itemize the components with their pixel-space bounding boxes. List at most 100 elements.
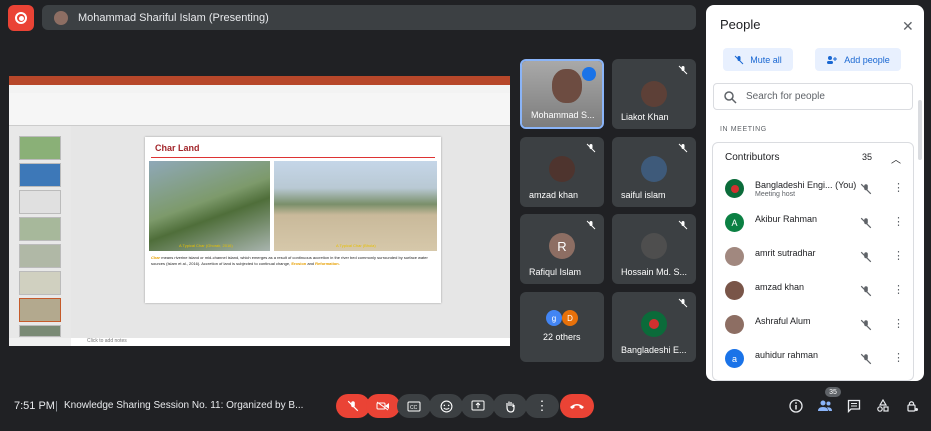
mic-off-icon	[586, 220, 596, 230]
thumbnail	[19, 163, 61, 187]
participant-name: amzad khan	[529, 190, 579, 200]
more-options-icon[interactable]: ⋮	[893, 215, 904, 228]
thumbnail	[19, 136, 61, 160]
list-item[interactable]: amzad khan ⋮	[713, 274, 915, 308]
mute-all-button[interactable]: Mute all	[723, 48, 793, 71]
host-controls-button[interactable]	[903, 397, 921, 415]
slide-thumbnails	[9, 126, 71, 338]
list-item[interactable]: Bangladeshi Engi... (You) Meeting host ⋮	[713, 172, 915, 206]
present-button[interactable]	[461, 394, 495, 418]
avatar	[641, 81, 667, 107]
more-options-button[interactable]: ⋮	[525, 394, 559, 418]
camera-toggle-button[interactable]	[366, 394, 400, 418]
list-item[interactable]: a auhidur rahman ⋮	[713, 342, 915, 376]
erosion-term: Erosion	[291, 261, 307, 266]
avatar	[549, 156, 575, 182]
more-options-icon[interactable]: ⋮	[893, 283, 904, 296]
mic-off-icon[interactable]	[860, 319, 872, 331]
participant-tile[interactable]: R Rafiqul Islam	[520, 214, 604, 284]
contributors-label: Contributors	[725, 152, 780, 163]
person-name: Bangladeshi Engi... (You)	[755, 180, 857, 190]
mic-off-icon	[678, 220, 688, 230]
person-name: Akibur Rahman	[755, 214, 818, 224]
lock-person-icon	[907, 401, 918, 412]
presenter-label: Mohammad Shariful Islam (Presenting)	[78, 11, 269, 24]
mute-all-label: Mute all	[750, 54, 782, 65]
participant-tile[interactable]: Mohammad S...	[520, 59, 604, 129]
close-icon[interactable]: ✕	[902, 18, 914, 35]
ppt-status-bar	[9, 338, 71, 346]
chat-button[interactable]	[845, 397, 863, 415]
mic-off-icon[interactable]	[860, 183, 872, 195]
thumbnail	[19, 325, 61, 337]
recording-indicator[interactable]	[8, 5, 34, 31]
thumbnail-selected	[19, 298, 61, 322]
char-photo-right: A Typical Char (Bhola)	[274, 161, 437, 251]
captions-icon: CC	[407, 401, 421, 411]
mic-off-icon[interactable]	[860, 285, 872, 297]
more-options-icon[interactable]: ⋮	[893, 317, 904, 330]
avatar	[641, 311, 667, 337]
mic-off-icon[interactable]	[860, 217, 872, 229]
list-item[interactable]: amrit sutradhar ⋮	[713, 240, 915, 274]
presenter-avatar	[54, 10, 68, 25]
person-name: Ashraful Alum	[755, 316, 811, 326]
participant-tile[interactable]: saiful islam	[612, 137, 696, 207]
people-button[interactable]	[816, 397, 834, 415]
body-text: means riverine island or mid-channel isl…	[151, 255, 428, 266]
panel-title: People	[720, 17, 761, 32]
person-name: amrit sutradhar	[755, 248, 816, 258]
more-options-icon[interactable]: ⋮	[893, 351, 904, 364]
hang-up-icon	[570, 404, 584, 409]
thumbnail	[19, 271, 61, 295]
avatar	[725, 315, 744, 334]
person-name: auhidur rahman	[755, 350, 819, 360]
reactions-button[interactable]	[429, 394, 463, 418]
participant-count-badge: 35	[825, 387, 841, 397]
list-item[interactable]: A Akibur Rahman ⋮	[713, 206, 915, 240]
avatar	[725, 179, 744, 198]
hand-icon	[506, 401, 515, 413]
clock: 7:51 PM	[14, 400, 55, 412]
more-vert-icon: ⋮	[535, 398, 549, 413]
separator: |	[55, 400, 58, 412]
participant-tile[interactable]: Hossain Md. S...	[612, 214, 696, 284]
mic-off-icon	[678, 143, 688, 153]
captions-button[interactable]: CC	[397, 394, 431, 418]
chevron-up-icon[interactable]: ︿	[891, 151, 901, 166]
others-tile[interactable]: g D 22 others	[520, 292, 604, 362]
slide-title: Char Land	[155, 143, 200, 153]
activities-button[interactable]	[874, 397, 892, 415]
people-icon	[818, 400, 832, 411]
participant-tile[interactable]: amzad khan	[520, 137, 604, 207]
mic-off-icon	[678, 65, 688, 75]
more-options-icon[interactable]: ⋮	[893, 181, 904, 194]
scrollbar[interactable]	[918, 100, 922, 160]
mic-off-icon[interactable]	[860, 353, 872, 365]
meeting-details-button[interactable]	[787, 397, 805, 415]
more-options-icon[interactable]: ⋮	[893, 249, 904, 262]
mic-off-icon[interactable]	[860, 251, 872, 263]
participant-tile[interactable]: Liakot Khan	[612, 59, 696, 129]
speaking-icon	[582, 67, 596, 81]
list-item[interactable]: Ashraful Alum ⋮	[713, 308, 915, 342]
record-icon	[15, 12, 27, 24]
present-screen-icon	[471, 400, 485, 411]
slide-canvas: Char Land A Typical Char (Ghorair, 2016)…	[71, 126, 510, 338]
char-term: Char	[151, 255, 161, 260]
person-role: Meeting host	[755, 191, 796, 198]
mic-toggle-button[interactable]	[336, 394, 370, 418]
camera-off-icon	[376, 401, 389, 411]
presenter-chip: Mohammad Shariful Islam (Presenting)	[42, 5, 696, 30]
participant-name: saiful islam	[621, 190, 666, 200]
add-people-label: Add people	[844, 54, 890, 65]
avatar	[725, 281, 744, 300]
add-people-button[interactable]: Add people	[815, 48, 901, 71]
chat-icon	[847, 399, 861, 413]
slide-body: Char means riverine island or mid-channe…	[151, 255, 437, 267]
leave-call-button[interactable]	[560, 394, 594, 418]
participant-name: Liakot Khan	[621, 112, 669, 122]
search-input[interactable]: Search for people	[713, 83, 913, 110]
raise-hand-button[interactable]	[493, 394, 527, 418]
participant-tile[interactable]: Bangladeshi E...	[612, 292, 696, 362]
